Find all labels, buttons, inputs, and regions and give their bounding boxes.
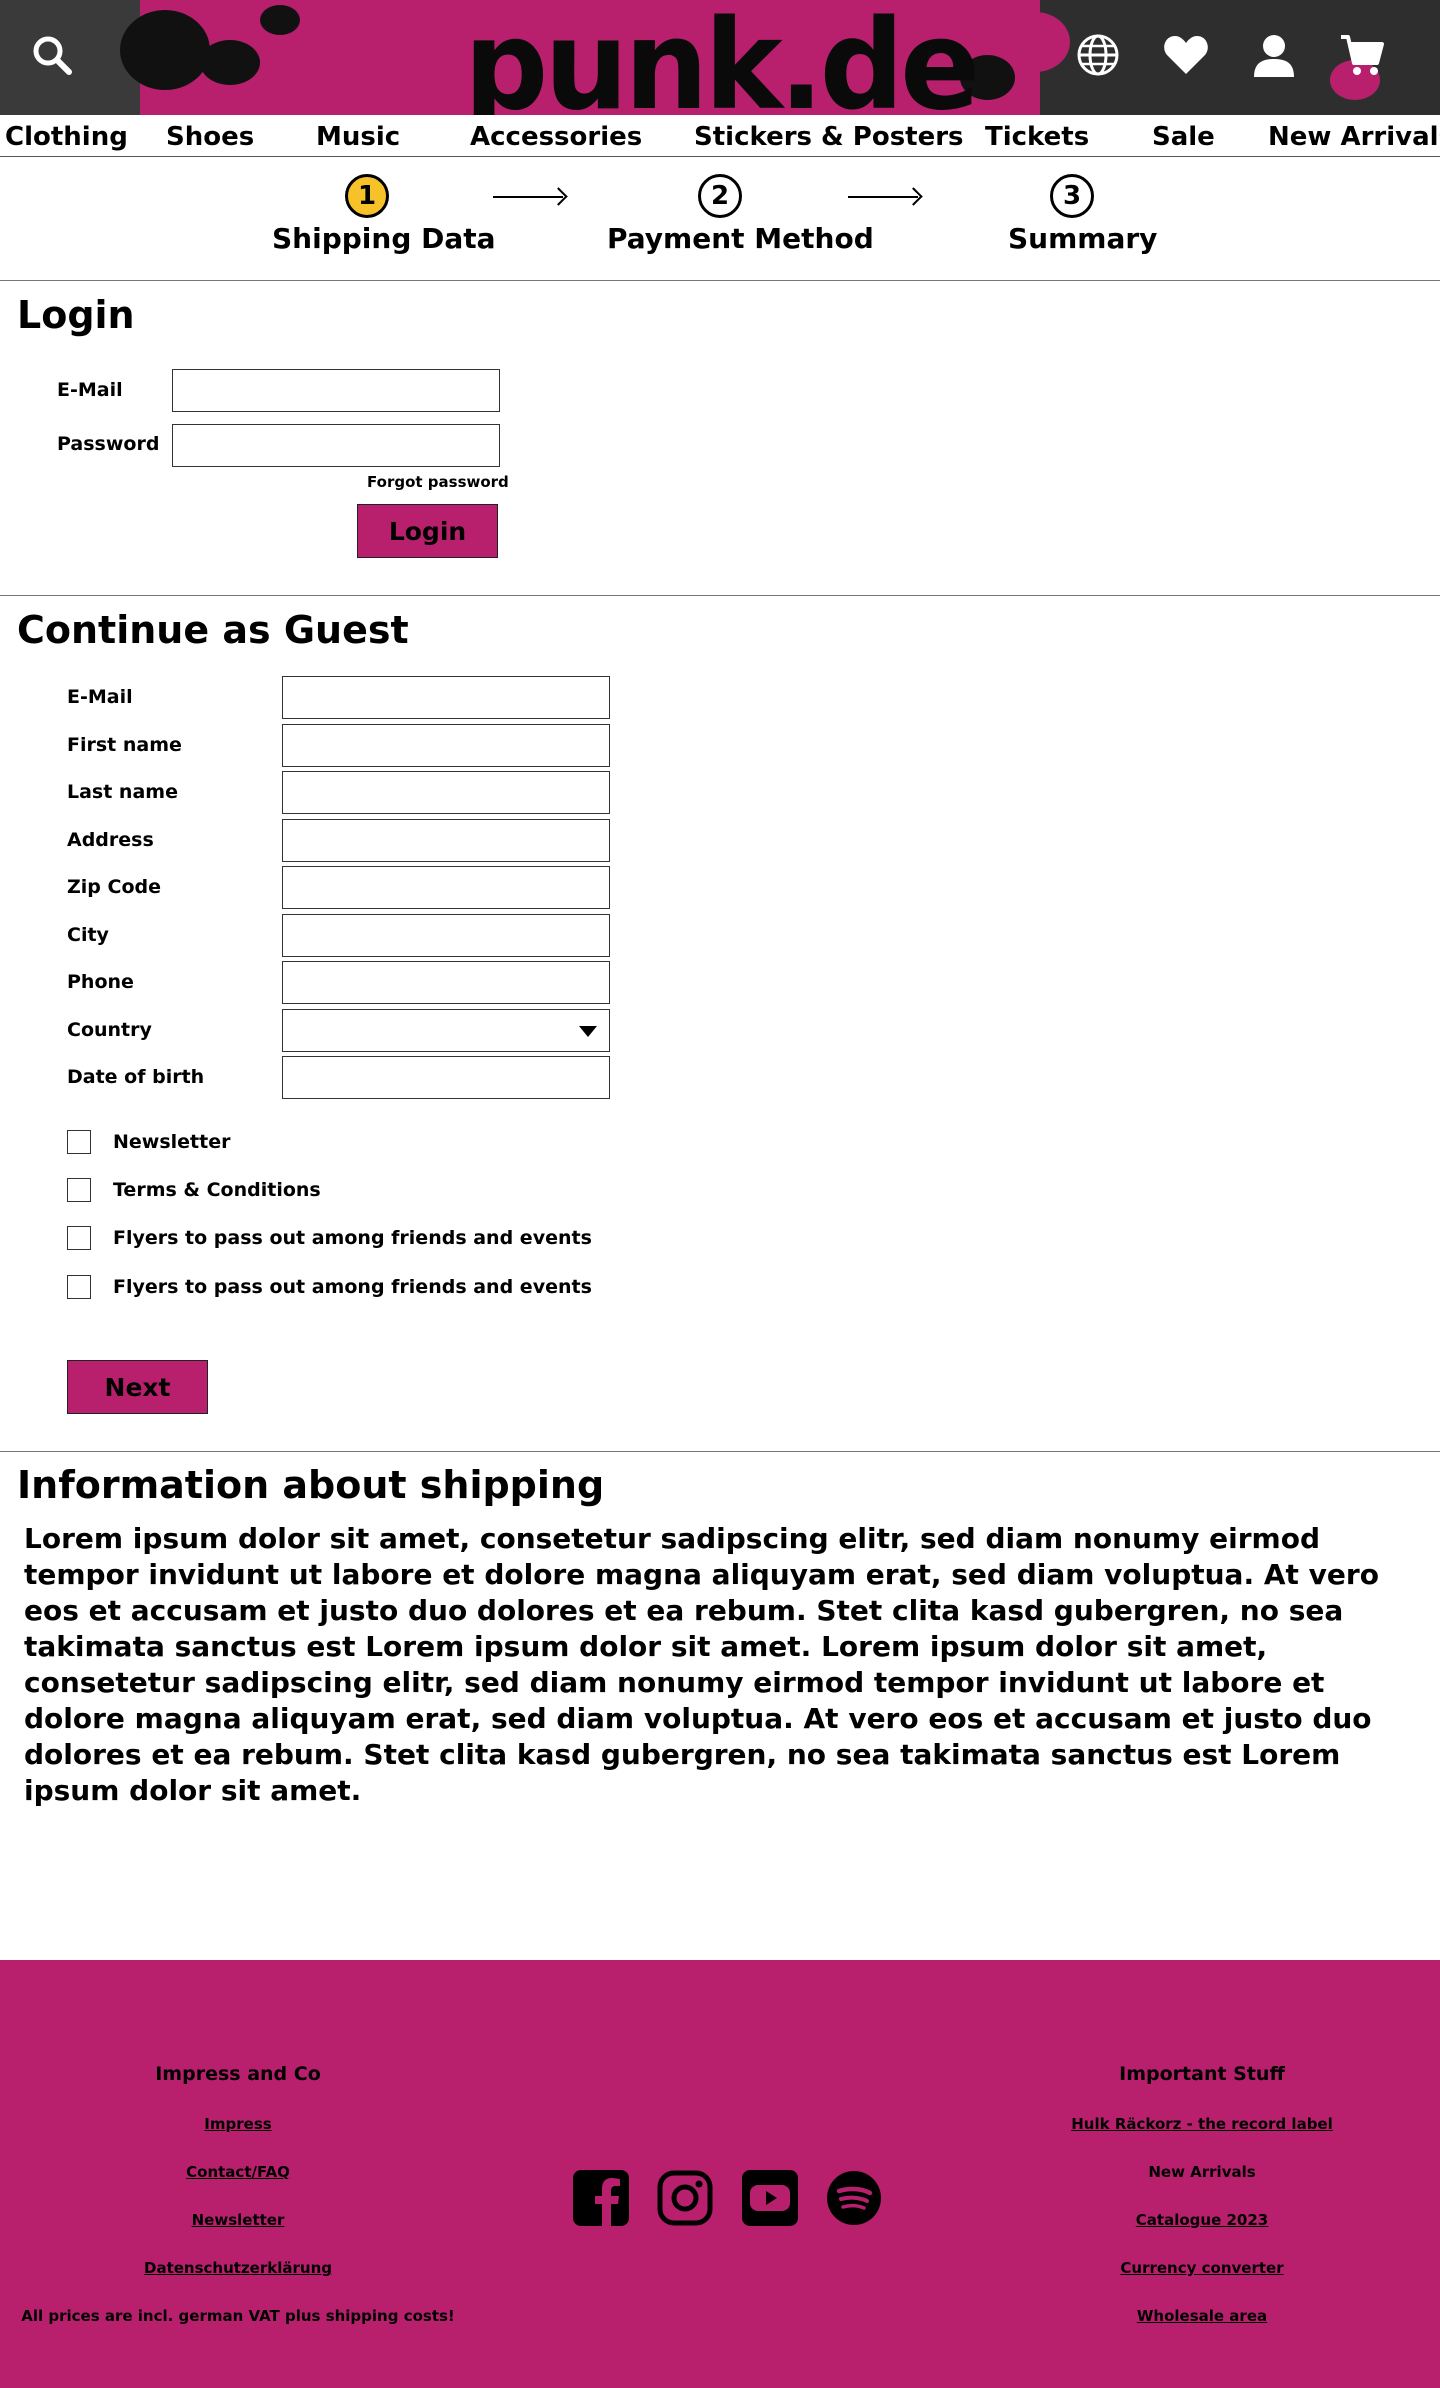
step-arrow-icon <box>493 196 563 198</box>
ink-splat <box>120 10 210 90</box>
step-3-circle: 3 <box>1050 174 1094 218</box>
vat-note: All prices are incl. german VAT plus shi… <box>21 2307 455 2325</box>
date-of-birth-label: Date of birth <box>67 1066 205 1088</box>
address-input[interactable] <box>282 819 610 862</box>
user-icon[interactable] <box>1249 30 1299 80</box>
nav-item-stickers-posters[interactable]: Stickers & Posters <box>694 122 964 152</box>
date-of-birth-input[interactable] <box>282 1056 610 1099</box>
login-email-input[interactable] <box>172 369 500 412</box>
guest-email-label: E-Mail <box>67 686 133 708</box>
ink-splat <box>1000 12 1070 72</box>
instagram-icon[interactable] <box>657 2170 713 2226</box>
footer-link-privacy[interactable]: Datenschutzerklärung <box>144 2259 332 2277</box>
guest-email-input[interactable] <box>282 676 610 719</box>
youtube-icon[interactable] <box>742 2170 798 2226</box>
footer-link-contact[interactable]: Contact/FAQ <box>186 2163 290 2181</box>
divider <box>0 595 1440 596</box>
main-nav: Clothing Shoes Music Accessories Sticker… <box>0 115 1440 157</box>
last-name-label: Last name <box>67 781 178 803</box>
nav-item-sale[interactable]: Sale <box>1152 122 1215 152</box>
ink-splat <box>260 5 300 35</box>
step-3-label: Summary <box>1008 222 1158 255</box>
nav-item-accessories[interactable]: Accessories <box>470 122 642 152</box>
city-input[interactable] <box>282 914 610 957</box>
footer-link-impress[interactable]: Impress <box>204 2115 271 2133</box>
phone-input[interactable] <box>282 961 610 1004</box>
shipping-info-text: Lorem ipsum dolor sit amet, consetetur s… <box>24 1522 1379 1807</box>
terms-checkbox[interactable] <box>67 1178 91 1202</box>
country-select[interactable] <box>282 1009 610 1052</box>
footer-link-record-label[interactable]: Hulk Räckorz - the record label <box>1071 2115 1333 2133</box>
city-label: City <box>67 924 109 946</box>
search-icon[interactable] <box>27 30 77 80</box>
chevron-down-icon <box>579 1026 597 1037</box>
nav-item-tickets[interactable]: Tickets <box>985 122 1089 152</box>
zip-code-input[interactable] <box>282 866 610 909</box>
flyers-checkbox-2-label: Flyers to pass out among friends and eve… <box>113 1276 592 1298</box>
cart-icon[interactable] <box>1337 30 1387 80</box>
first-name-input[interactable] <box>282 724 610 767</box>
footer-link-new-arrivals[interactable]: New Arrivals <box>1148 2163 1255 2181</box>
step-2-circle: 2 <box>698 174 742 218</box>
footer-link-catalogue[interactable]: Catalogue 2023 <box>1136 2211 1268 2229</box>
step-1-circle: 1 <box>345 174 389 218</box>
zip-code-label: Zip Code <box>67 876 161 898</box>
login-email-label: E-Mail <box>57 379 123 401</box>
forgot-password-link[interactable]: Forgot password <box>367 473 509 491</box>
last-name-input[interactable] <box>282 771 610 814</box>
next-button[interactable]: Next <box>67 1360 208 1414</box>
login-password-label: Password <box>57 433 160 455</box>
country-label: Country <box>67 1019 152 1041</box>
login-password-input[interactable] <box>172 424 500 467</box>
divider <box>0 1451 1440 1452</box>
footer-right-title: Important Stuff <box>1119 2063 1285 2085</box>
phone-label: Phone <box>67 971 134 993</box>
footer-link-newsletter[interactable]: Newsletter <box>192 2211 285 2229</box>
newsletter-checkbox[interactable] <box>67 1130 91 1154</box>
site-logo[interactable]: punk.de <box>464 0 980 115</box>
login-button[interactable]: Login <box>357 504 498 558</box>
guest-title: Continue as Guest <box>17 608 409 652</box>
spotify-icon[interactable] <box>826 2170 882 2226</box>
footer-link-currency-converter[interactable]: Currency converter <box>1120 2259 1283 2277</box>
nav-item-music[interactable]: Music <box>316 122 400 152</box>
nav-item-clothing[interactable]: Clothing <box>5 122 128 152</box>
nav-item-shoes[interactable]: Shoes <box>166 122 254 152</box>
address-label: Address <box>67 829 154 851</box>
facebook-icon[interactable] <box>573 2170 629 2226</box>
terms-checkbox-label: Terms & Conditions <box>113 1179 321 1201</box>
heart-icon[interactable] <box>1161 30 1211 80</box>
step-1-label: Shipping Data <box>272 222 496 255</box>
flyers-checkbox-2[interactable] <box>67 1275 91 1299</box>
newsletter-checkbox-label: Newsletter <box>113 1131 231 1153</box>
shipping-info-title: Information about shipping <box>17 1463 605 1507</box>
footer-link-wholesale[interactable]: Wholesale area <box>1137 2307 1267 2325</box>
step-2-label: Payment Method <box>607 222 874 255</box>
logo-text: punk.de <box>463 0 980 115</box>
nav-item-new-arrivals[interactable]: New Arrivals <box>1268 122 1440 152</box>
footer-left-title: Impress and Co <box>155 2063 321 2085</box>
flyers-checkbox-label: Flyers to pass out among friends and eve… <box>113 1227 592 1249</box>
first-name-label: First name <box>67 734 182 756</box>
site-header: punk.de <box>0 0 1440 115</box>
divider <box>0 280 1440 281</box>
step-arrow-icon <box>848 196 918 198</box>
ink-splat <box>200 40 260 85</box>
globe-icon[interactable] <box>1073 30 1123 80</box>
flyers-checkbox[interactable] <box>67 1226 91 1250</box>
login-title: Login <box>17 293 135 337</box>
